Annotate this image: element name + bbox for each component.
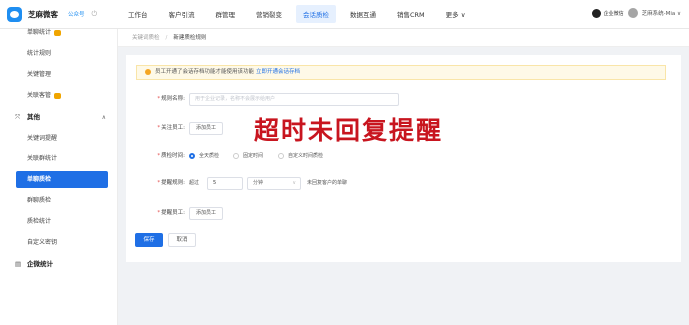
rule-suffix: 未回复客户的单聊: [307, 180, 348, 186]
sidebar-item-single-chat-stats[interactable]: 单聊统计: [0, 24, 118, 41]
rule-prefix: 超过: [189, 180, 200, 186]
power-icon[interactable]: ⏻: [92, 10, 98, 19]
unit-select-value: 分钟: [253, 180, 264, 186]
user-area[interactable]: 企业微信 芝麻系统-Mia ∨: [591, 8, 681, 18]
org-label: 企业微信: [603, 10, 624, 17]
sidebar-item-keyword-reminder[interactable]: 关键词提醒: [0, 130, 118, 147]
required-mark: *: [157, 180, 161, 186]
sidebar-item-inspection-stats[interactable]: 质检统计: [0, 213, 118, 230]
sidebar-item-label: 质检统计: [27, 218, 52, 225]
save-button[interactable]: 保存: [135, 233, 163, 247]
form-row-rule-name: *规则名称: 用于企业记录，名称不会展示给用户: [126, 93, 681, 106]
sidebar-item-stat-rules[interactable]: 统计规则: [0, 45, 118, 62]
sidebar-item-label: 统计规则: [27, 50, 52, 57]
sidebar-item-label: 群聊质检: [27, 197, 52, 204]
sidebar-item-linked-group-stats[interactable]: 关联群统计: [0, 150, 118, 167]
overlay-title: 超时未回复提醒: [254, 116, 444, 145]
add-notify-staff-button[interactable]: 添加员工: [189, 207, 224, 220]
brand-name: 芝麻微客: [28, 9, 58, 19]
required-mark: *: [157, 125, 161, 131]
time-label-text: 质检时间:: [161, 153, 185, 159]
required-mark: *: [157, 153, 161, 159]
breadcrumb-parent[interactable]: 关键词质检: [132, 35, 160, 41]
nav-more[interactable]: 更多 ∨: [446, 9, 466, 19]
sidebar-item-label: 关键词提醒: [27, 135, 58, 142]
app-root: 芝麻微客 公众号 ⏻ 工作台 客户引流 群管理 营销裂变 会话质检 数据互通 销…: [0, 0, 689, 325]
sidebar-item-label: 关键管理: [27, 71, 52, 78]
breadcrumb-separator: /: [165, 35, 168, 41]
minutes-input[interactable]: 5: [207, 177, 243, 190]
sidebar-group-label: 其他: [27, 113, 40, 121]
user-name[interactable]: 芝麻系统-Mia ∨: [642, 9, 681, 17]
badge-emoji-icon: [54, 29, 62, 36]
brand-tag[interactable]: 公众号: [68, 10, 85, 18]
add-staff-button[interactable]: 添加员工: [189, 122, 224, 135]
sidebar-group-wecom-stats[interactable]: ▤ 企微统计: [0, 256, 118, 273]
logo-icon: [7, 6, 22, 22]
form-row-notify: *提醒员工: 添加员工: [126, 207, 681, 220]
nav-sales-crm[interactable]: 销售CRM: [397, 4, 425, 24]
rule-name-label-text: 规则名称:: [161, 96, 185, 102]
form-row-time: *质检时间: 全天质检 固定时间 自定义时间质检: [126, 150, 681, 163]
brand: 芝麻微客 公众号 ⏻: [0, 6, 120, 22]
radio-fixed-time[interactable]: [233, 153, 239, 159]
rule-name-label: *规则名称:: [157, 93, 185, 106]
rule-name-input[interactable]: 用于企业记录，名称不会展示给用户: [189, 93, 399, 106]
required-mark: *: [157, 96, 161, 102]
nav-data-interop[interactable]: 数据互通: [350, 4, 376, 24]
radio-fixed-time-label[interactable]: 固定时间: [243, 150, 263, 163]
notice-text: 员工开通了会话存档功能才能使用该功能: [155, 69, 255, 75]
cancel-button[interactable]: 取消: [168, 233, 196, 247]
warning-icon: [145, 68, 151, 75]
radio-all-day[interactable]: [189, 153, 195, 159]
staff-label: *关注员工:: [157, 122, 185, 135]
sidebar-item-key-management[interactable]: 关键管理: [0, 66, 118, 83]
stats-icon: ▤: [15, 260, 22, 268]
sidebar-item-label: 单聊质检: [27, 176, 52, 183]
avatar[interactable]: [627, 8, 638, 18]
notify-label-text: 提醒员工:: [161, 210, 185, 216]
sidebar-item-label: 单聊统计: [27, 29, 52, 36]
required-mark: *: [157, 210, 161, 216]
notice-banner: 员工开通了会话存档功能才能使用该功能 立即开通会话存档: [136, 65, 666, 80]
sidebar: 单聊统计 统计规则 关键管理 关联客管 ⤧ 其他 ∧ 关键词提醒 关联群统计 单聊…: [0, 29, 118, 325]
sidebar-group-other[interactable]: ⤧ 其他 ∧: [0, 109, 118, 126]
badge-emoji-icon: [54, 92, 62, 99]
sidebar-item-linked-customers[interactable]: 关联客管: [0, 87, 118, 104]
radio-all-day-label[interactable]: 全天质检: [199, 150, 219, 163]
nav-session-inspection[interactable]: 会话质检: [296, 5, 336, 23]
sidebar-item-label: 关联群统计: [27, 155, 58, 162]
reminder-rule-label: *提醒规则:: [157, 177, 185, 190]
staff-label-text: 关注员工:: [161, 125, 185, 131]
nav-customer-acquisition[interactable]: 客户引流: [169, 4, 195, 24]
nav-workbench[interactable]: 工作台: [128, 4, 148, 24]
form-row-reminder-rule: *提醒规则: 超过 5 分钟 ∨ 未回复客户的单聊: [126, 177, 681, 190]
chevron-down-icon: ∨: [292, 180, 296, 186]
sidebar-item-label: 关联客管: [27, 92, 52, 99]
notify-label: *提醒员工:: [157, 207, 185, 220]
nav-marketing-fission[interactable]: 营销裂变: [256, 4, 282, 24]
top-nav: 工作台 客户引流 群管理 营销裂变 会话质检 数据互通 销售CRM 更多 ∨: [128, 0, 466, 29]
org-logo-icon: [591, 8, 601, 18]
sidebar-item-label: 自定义密钥: [27, 239, 58, 246]
sidebar-item-group-chat-inspection[interactable]: 群聊质检: [0, 192, 118, 209]
breadcrumb: 关键词质检 / 新建质检规则: [118, 29, 689, 47]
reminder-rule-label-text: 提醒规则:: [161, 180, 185, 186]
notice-link[interactable]: 立即开通会话存档: [256, 69, 300, 75]
breadcrumb-current: 新建质检规则: [173, 35, 207, 41]
unit-select[interactable]: 分钟 ∨: [247, 177, 301, 190]
radio-custom-time-label[interactable]: 自定义时间质检: [288, 150, 323, 163]
sidebar-item-custom-keys[interactable]: 自定义密钥: [0, 234, 118, 251]
time-label: *质检时间:: [157, 150, 185, 163]
nav-group-management[interactable]: 群管理: [216, 4, 236, 24]
chevron-up-icon: ∧: [101, 114, 106, 121]
form-card: 员工开通了会话存档功能才能使用该功能 立即开通会话存档 *规则名称: 用于企业记录…: [126, 55, 681, 262]
radio-custom-time[interactable]: [278, 153, 284, 159]
sidebar-group-label: 企微统计: [27, 260, 53, 268]
sidebar-item-single-chat-inspection[interactable]: 单聊质检: [16, 171, 108, 188]
share-icon: ⤧: [15, 113, 21, 121]
